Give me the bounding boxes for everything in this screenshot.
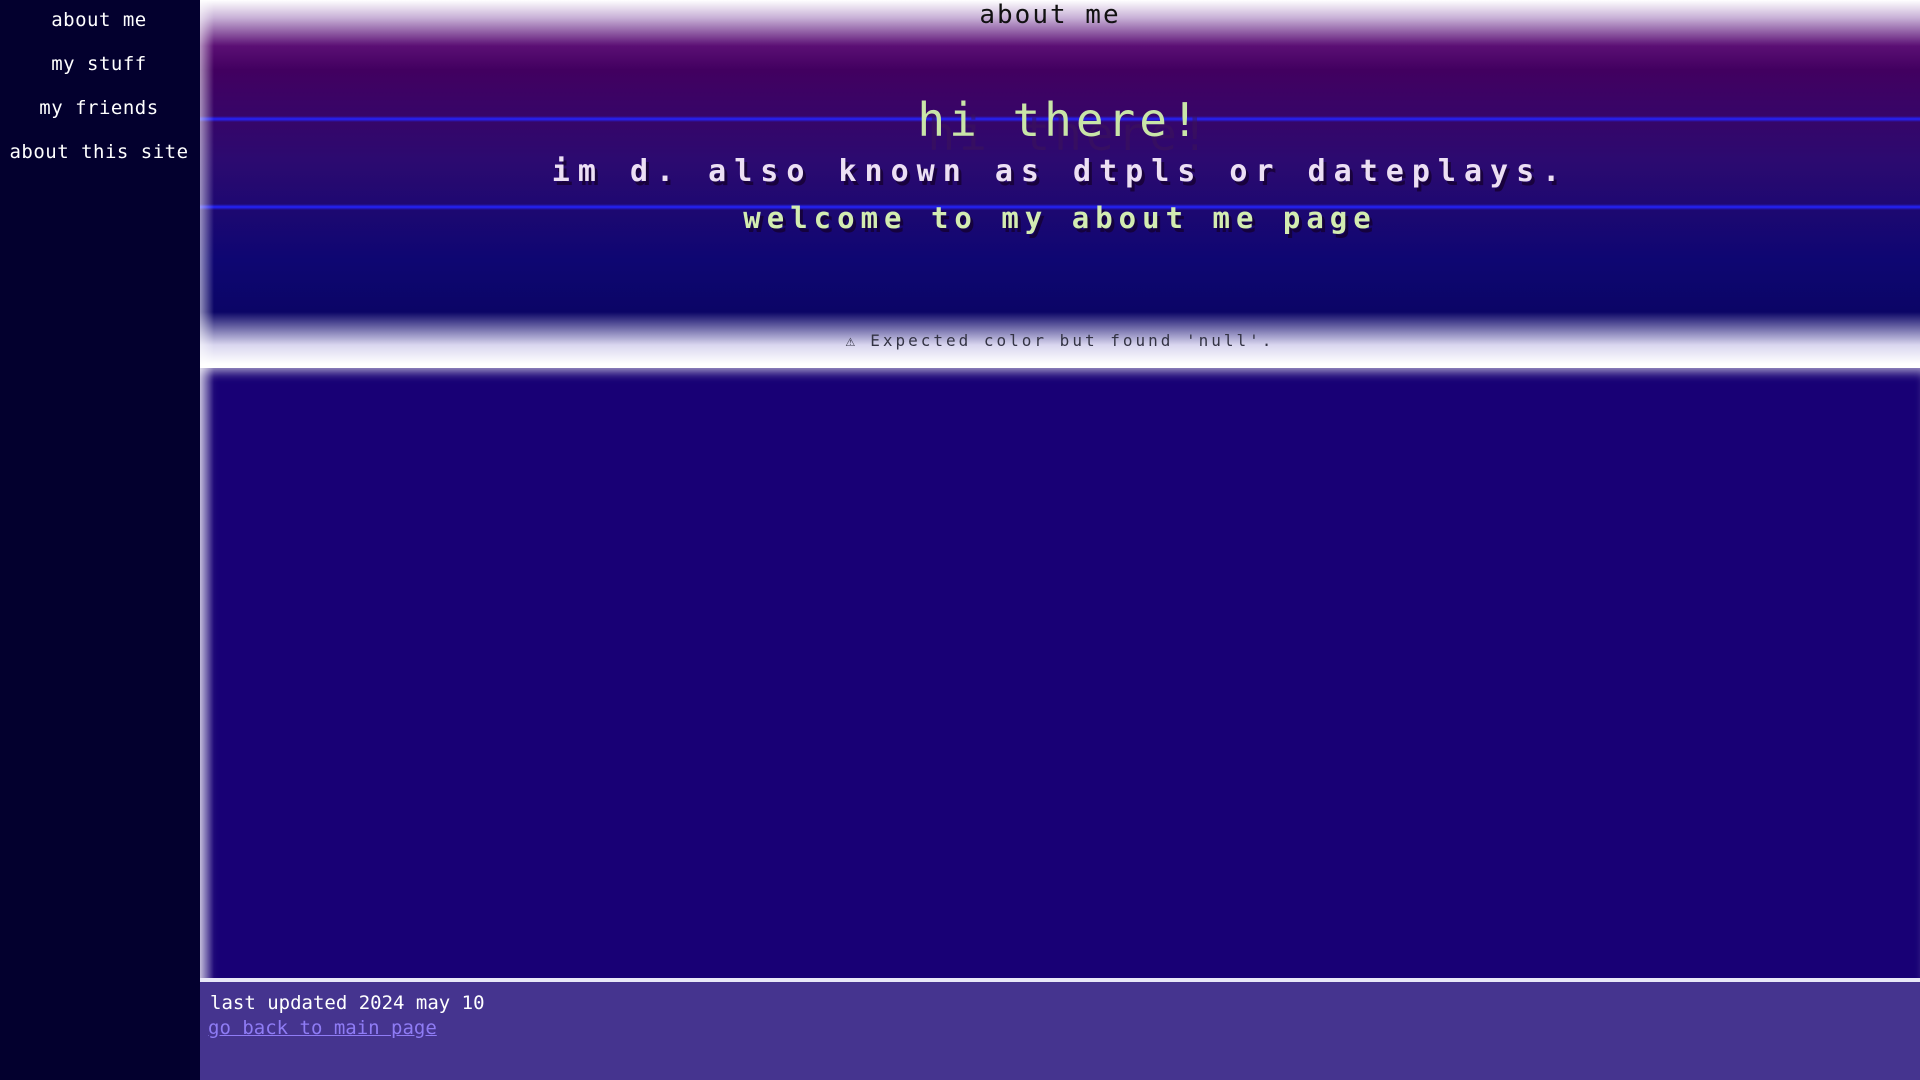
header-banner: about me hi there! im d. also known as d… bbox=[200, 0, 1920, 368]
footer: last updated 2024 may 10 go back to main… bbox=[200, 982, 1920, 1080]
greeting-heading: hi there! bbox=[917, 93, 1203, 147]
sidebar-item-about-me[interactable]: about me bbox=[0, 9, 198, 31]
panel-edge-glow bbox=[200, 0, 214, 985]
sidebar-item-about-this-site[interactable]: about this site bbox=[0, 141, 198, 163]
welcome-text: welcome to my about me page bbox=[743, 201, 1377, 235]
sidebar: about me my stuff my friends about this … bbox=[0, 0, 200, 1080]
sidebar-item-my-friends[interactable]: my friends bbox=[0, 97, 198, 119]
sidebar-item-my-stuff[interactable]: my stuff bbox=[0, 53, 198, 75]
content-panel bbox=[200, 368, 1920, 982]
error-message: ⚠ Expected color but found 'null'. bbox=[200, 331, 1920, 350]
back-to-main-link[interactable]: go back to main page bbox=[208, 1017, 437, 1039]
main-content: about me hi there! im d. also known as d… bbox=[200, 0, 1920, 1080]
intro-text: im d. also known as dtpls or dateplays. bbox=[551, 154, 1569, 189]
error-message-text: Expected color but found 'null'. bbox=[870, 331, 1275, 350]
page-title: about me bbox=[979, 0, 1121, 30]
warning-icon: ⚠ bbox=[845, 331, 859, 350]
last-updated-text: last updated 2024 may 10 bbox=[210, 992, 485, 1014]
